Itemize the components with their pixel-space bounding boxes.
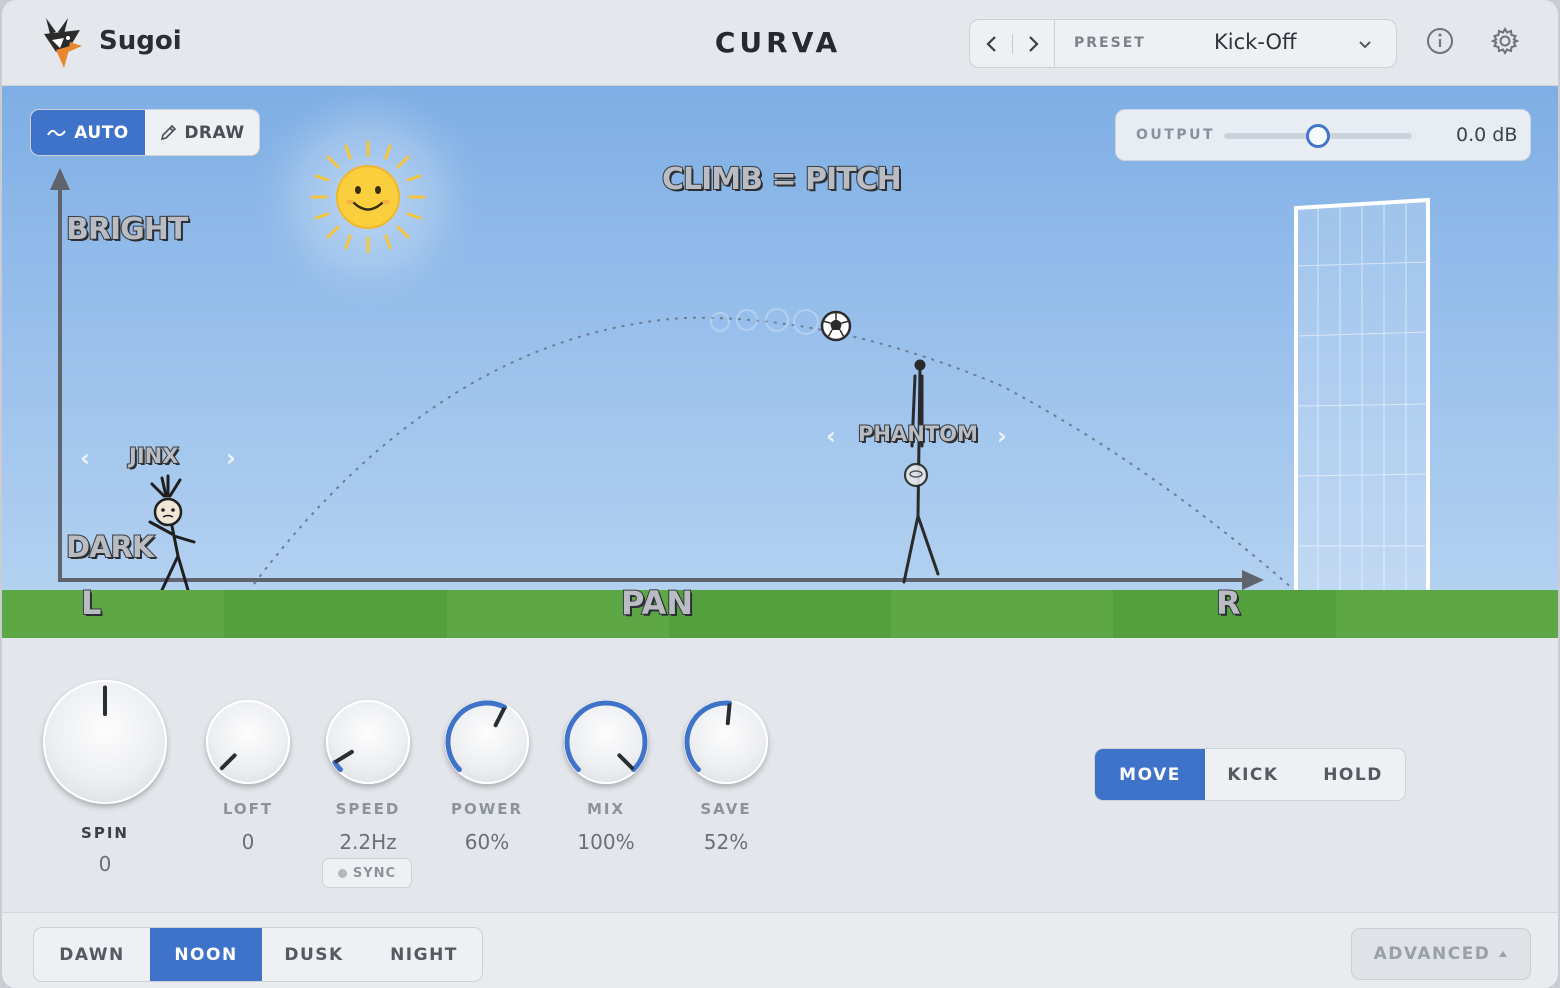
prev-preset-button[interactable] xyxy=(972,20,1012,67)
output-control: OUTPUT 0.0 dB xyxy=(1115,109,1531,161)
advanced-button[interactable]: ADVANCED xyxy=(1351,928,1531,980)
power-knob-value: 60% xyxy=(464,830,510,854)
preset-dropdown[interactable]: Kick-Off xyxy=(1214,30,1296,54)
power-knob[interactable] xyxy=(445,700,529,784)
info-icon xyxy=(1427,28,1453,54)
auto-mode-label: AUTO xyxy=(74,122,129,143)
output-label: OUTPUT xyxy=(1136,127,1215,143)
settings-button[interactable] xyxy=(1488,24,1522,58)
ghost-ball-trail xyxy=(710,308,819,335)
fox-logo-icon xyxy=(44,18,82,68)
loft-knob-label: LOFT xyxy=(222,800,274,818)
save-knob-value: 52% xyxy=(703,830,749,854)
save-knob-label: SAVE xyxy=(700,800,752,818)
chevron-left-icon xyxy=(986,35,996,52)
dark-label: DARK xyxy=(65,529,155,565)
night-button[interactable]: NIGHT xyxy=(366,928,482,981)
pan-right-label: R xyxy=(1215,583,1242,623)
gear-icon xyxy=(1490,26,1520,56)
speed-knob[interactable] xyxy=(326,700,410,784)
caret-up-icon xyxy=(1499,951,1508,957)
noon-button[interactable]: NOON xyxy=(150,928,262,981)
sync-label: SYNC xyxy=(352,865,397,881)
loft-knob[interactable] xyxy=(206,700,290,784)
plugin-title: CURVA xyxy=(714,26,842,59)
trajectory-curve xyxy=(253,316,1293,589)
sync-indicator xyxy=(337,868,347,878)
kick-button[interactable]: KICK xyxy=(1205,749,1301,800)
wave-icon xyxy=(47,129,67,136)
preset-label: PRESET xyxy=(1074,35,1146,51)
mix-knob-label: MIX xyxy=(586,800,626,818)
draw-mode-button[interactable]: DRAW xyxy=(145,110,259,155)
phantom-prev-button[interactable]: ‹ xyxy=(826,422,836,450)
draw-mode-toggle: AUTO DRAW xyxy=(30,109,260,156)
mix-knob[interactable] xyxy=(564,700,648,784)
grass-field xyxy=(2,590,1558,638)
chevron-right-icon xyxy=(1029,35,1039,52)
hold-button[interactable]: HOLD xyxy=(1301,749,1405,800)
advanced-label: ADVANCED xyxy=(1373,944,1491,964)
phantom-name-label: PHANTOM xyxy=(857,421,979,447)
mix-knob-value: 100% xyxy=(577,830,635,854)
preset-divider xyxy=(1054,20,1055,67)
preset-selector: PRESET Kick-Off xyxy=(969,19,1397,68)
spin-knob-value: 0 xyxy=(98,852,112,876)
controls-panel: SPIN 0 LOFT 0 SPEED 2.2Hz POWER 60% MIX 100% SAVE 5… xyxy=(2,638,1558,912)
soccer-ball-icon[interactable] xyxy=(820,310,852,342)
output-value: 0.0 dB xyxy=(1456,124,1518,146)
footer-bar: DAWN NOON DUSK NIGHT ADVANCED xyxy=(2,912,1558,988)
trajectory-scene[interactable]: AUTO DRAW OUTPUT 0.0 dB CLIMB = PITCH BR… xyxy=(2,86,1558,638)
output-slider-thumb[interactable] xyxy=(1306,124,1330,148)
output-slider-track[interactable] xyxy=(1224,124,1412,148)
info-button[interactable] xyxy=(1423,24,1457,58)
jinx-name-label: JINX xyxy=(128,443,179,469)
draw-mode-label: DRAW xyxy=(184,122,245,143)
save-knob[interactable] xyxy=(684,700,768,784)
next-preset-button[interactable] xyxy=(1013,20,1053,67)
goal-net xyxy=(1294,197,1430,590)
jinx-prev-button[interactable]: ‹ xyxy=(80,444,90,472)
jinx-next-button[interactable]: › xyxy=(226,444,236,472)
time-of-day-selector: DAWN NOON DUSK NIGHT xyxy=(33,927,483,982)
auto-mode-button[interactable]: AUTO xyxy=(31,110,145,155)
climb-pitch-label: CLIMB = PITCH xyxy=(661,161,903,198)
dawn-button[interactable]: DAWN xyxy=(34,928,150,981)
jinx-character[interactable] xyxy=(148,474,196,592)
plugin-window: Sugoi CURVA PRESET Kick-Off AUTO DRAW OU… xyxy=(2,0,1558,988)
speed-knob-value: 2.2Hz xyxy=(339,830,397,854)
chevron-down-icon[interactable] xyxy=(1358,32,1372,56)
move-button[interactable]: MOVE xyxy=(1095,749,1205,800)
bright-label: BRIGHT xyxy=(65,211,189,248)
spin-knob-label: SPIN xyxy=(81,824,129,842)
header-bar: Sugoi CURVA PRESET Kick-Off xyxy=(2,0,1558,86)
loft-knob-value: 0 xyxy=(241,830,255,854)
spin-knob[interactable] xyxy=(43,680,167,804)
power-knob-label: POWER xyxy=(450,800,524,818)
pencil-icon xyxy=(161,124,177,140)
speed-knob-label: SPEED xyxy=(335,800,401,818)
pan-left-label: L xyxy=(80,583,102,623)
dusk-button[interactable]: DUSK xyxy=(262,928,366,981)
sync-button[interactable]: SYNC xyxy=(322,858,412,888)
phantom-next-button[interactable]: › xyxy=(997,422,1007,450)
brand-name: Sugoi xyxy=(99,26,182,56)
pan-label: PAN xyxy=(620,583,694,623)
action-mode-selector: MOVE KICK HOLD xyxy=(1094,748,1406,801)
